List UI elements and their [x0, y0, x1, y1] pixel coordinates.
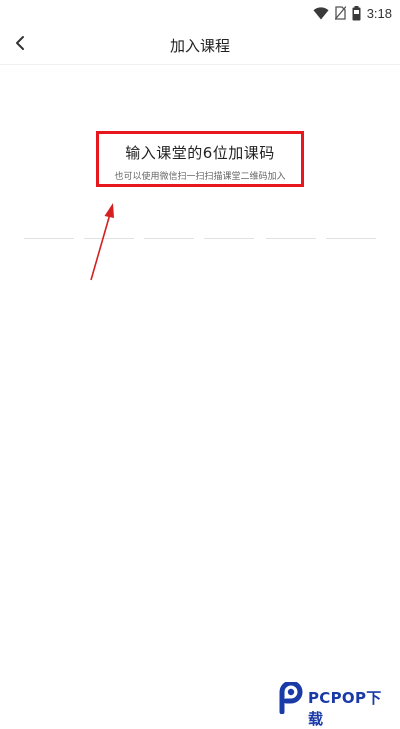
scan-qr-hint: 也可以使用微信扫一扫扫描课堂二维码加入 — [114, 172, 286, 182]
annotation-arrow — [90, 203, 114, 281]
pcpop-logo-icon — [279, 682, 303, 714]
code-digit-slot-6[interactable] — [326, 224, 376, 239]
code-digit-slot-1[interactable] — [24, 224, 74, 239]
app-header: 加入课程 — [0, 26, 400, 65]
page-title: 加入课程 — [169, 37, 230, 55]
code-digit-slot-4[interactable] — [204, 224, 254, 239]
pcpop-watermark: PCPOP下载 — [274, 682, 396, 728]
status-time: 3:18 — [366, 5, 392, 21]
code-digit-slot-5[interactable] — [266, 224, 316, 239]
status-bar: 3:18 — [0, 0, 400, 26]
join-prompt-highlight: 输入课堂的6位加课码 也可以使用微信扫一扫扫描课堂二维码加入 — [96, 131, 304, 187]
status-icons: 3:18 — [313, 4, 392, 22]
no-sim-icon — [334, 6, 346, 20]
code-digit-slot-3[interactable] — [144, 224, 194, 239]
course-code-input[interactable] — [24, 224, 376, 239]
watermark-text: PCPOP下载 — [308, 689, 382, 728]
battery-icon — [352, 5, 361, 21]
wifi-icon — [313, 6, 329, 20]
join-code-title: 输入课堂的6位加课码 — [125, 144, 275, 162]
code-digit-slot-2[interactable] — [84, 224, 134, 239]
